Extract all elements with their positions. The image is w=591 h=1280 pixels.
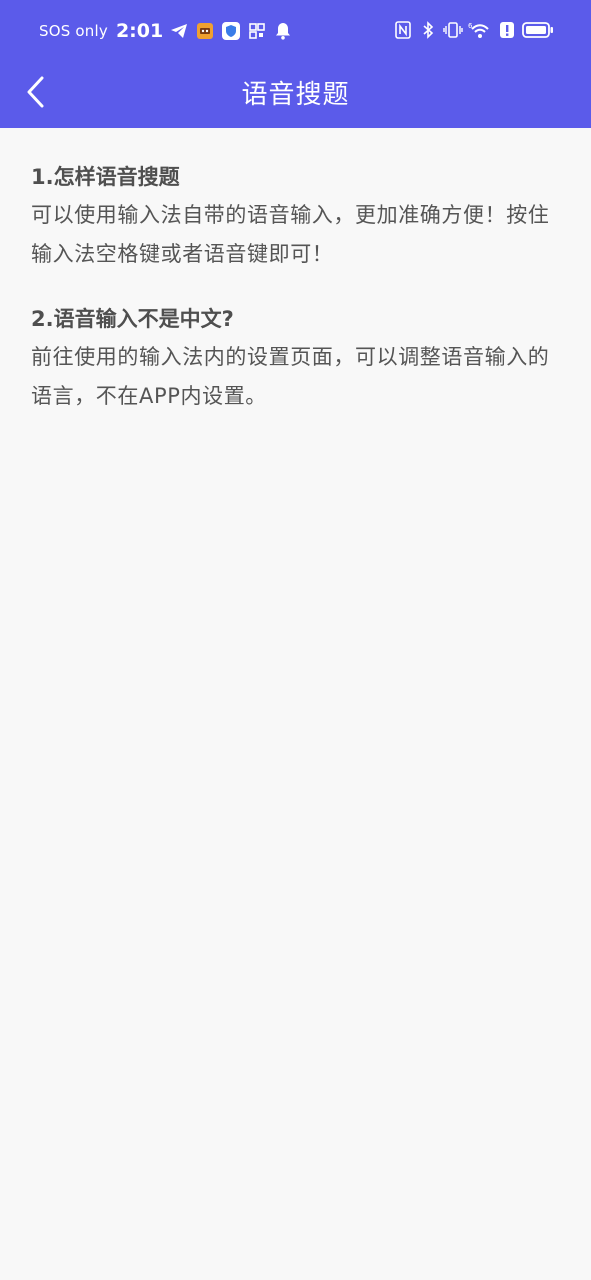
faq-item: 1.怎样语音搜题 可以使用输入法自带的语音输入，更加准确方便！按住输入法空格键或… (31, 158, 566, 274)
faq-answer: 前往使用的输入法内的设置页面，可以调整语音输入的语言，不在APP内设置。 (31, 345, 550, 408)
status-left: SOS only 2:01 (39, 20, 293, 42)
telegram-icon (169, 21, 189, 41)
faq-question: 1.怎样语音搜题 (31, 165, 180, 189)
faq-answer: 可以使用输入法自带的语音输入，更加准确方便！按住输入法空格键或者语音键即可！ (31, 203, 550, 266)
nfc-icon (393, 20, 413, 40)
wifi-icon: 6 (468, 20, 492, 40)
nav-bar: 语音搜题 (0, 60, 591, 124)
vibrate-icon (443, 20, 463, 40)
clock: 2:01 (115, 20, 164, 42)
qr-app-icon (247, 21, 267, 41)
app-notification-icon (195, 21, 215, 41)
battery-icon (522, 20, 554, 40)
page-title: 语音搜题 (241, 80, 350, 110)
alert-icon (497, 20, 517, 40)
status-right: 6 (393, 20, 554, 40)
faq-item: 2.语音输入不是中文? 前往使用的输入法内的设置页面，可以调整语音输入的语言，不… (31, 300, 566, 416)
bluetooth-icon (418, 20, 438, 40)
shield-icon (221, 21, 241, 41)
bell-icon (273, 21, 293, 41)
carrier-label: SOS only (39, 22, 108, 40)
status-bar: SOS only 2:01 6 (0, 14, 591, 52)
app-header: SOS only 2:01 6 语音搜题 (0, 0, 591, 128)
faq-content: 1.怎样语音搜题 可以使用输入法自带的语音输入，更加准确方便！按住输入法空格键或… (31, 158, 566, 442)
faq-question: 2.语音输入不是中文? (31, 307, 234, 331)
